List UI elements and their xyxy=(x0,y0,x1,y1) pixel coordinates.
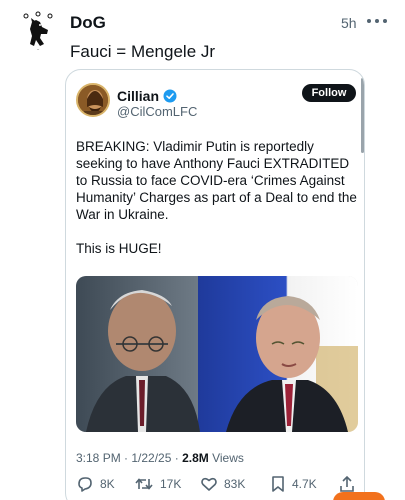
svg-text:~: ~ xyxy=(37,47,40,52)
quoted-post-card[interactable]: Cillian @CilComLFC Follow BREAKING: Vlad… xyxy=(65,69,365,500)
top-strip: · · · · xyxy=(0,0,405,6)
reply-icon xyxy=(78,477,92,492)
bookmark-count: 4.7K xyxy=(292,477,317,491)
action-bar: 8K 17K 83K 4.7K xyxy=(76,474,361,494)
bookmark-button[interactable]: 4.7K xyxy=(270,474,317,494)
floating-action-button[interactable] xyxy=(333,492,385,500)
quoted-author-name[interactable]: Cillian xyxy=(117,88,177,104)
author-avatar[interactable]: ~ xyxy=(18,10,58,52)
scrollbar[interactable] xyxy=(361,78,364,153)
logo-dog-icon: ~ xyxy=(23,11,53,52)
reply-button[interactable]: 8K xyxy=(76,474,115,494)
reply-count: 8K xyxy=(100,477,115,491)
post-timestamp[interactable]: 5h xyxy=(341,15,357,31)
repost-button[interactable]: 17K xyxy=(134,474,181,494)
post-text: Fauci = Mengele Jr xyxy=(70,42,216,61)
verified-icon xyxy=(163,89,177,103)
quoted-post-text: BREAKING: Vladimir Putin is reportedly s… xyxy=(76,138,361,257)
share-button[interactable] xyxy=(338,474,356,494)
view-count: 2.8M xyxy=(182,451,209,465)
like-icon xyxy=(201,477,217,491)
quoted-post-paragraph: BREAKING: Vladimir Putin is reportedly s… xyxy=(76,139,357,222)
post-author-name[interactable]: DoG xyxy=(70,13,106,33)
like-button[interactable]: 83K xyxy=(200,474,245,494)
quoted-post-paragraph: This is HUGE! xyxy=(76,241,162,256)
follow-button[interactable]: Follow xyxy=(302,84,356,102)
quoted-author-avatar[interactable] xyxy=(76,83,110,117)
repost-icon xyxy=(135,478,153,490)
bookmark-icon xyxy=(272,476,284,492)
more-icon[interactable] xyxy=(367,14,387,28)
like-count: 83K xyxy=(224,477,246,491)
views-label: Views xyxy=(208,451,244,465)
post-media-image[interactable] xyxy=(76,276,358,432)
share-icon xyxy=(340,475,354,492)
quoted-author-handle[interactable]: @CilComLFC xyxy=(117,104,197,119)
post-date[interactable]: 3:18 PM · 1/22/25 · xyxy=(76,451,182,465)
quoted-author-name-text: Cillian xyxy=(117,88,160,104)
repost-count: 17K xyxy=(160,477,182,491)
post-meta: 3:18 PM · 1/22/25 · 2.8M Views xyxy=(76,451,244,465)
